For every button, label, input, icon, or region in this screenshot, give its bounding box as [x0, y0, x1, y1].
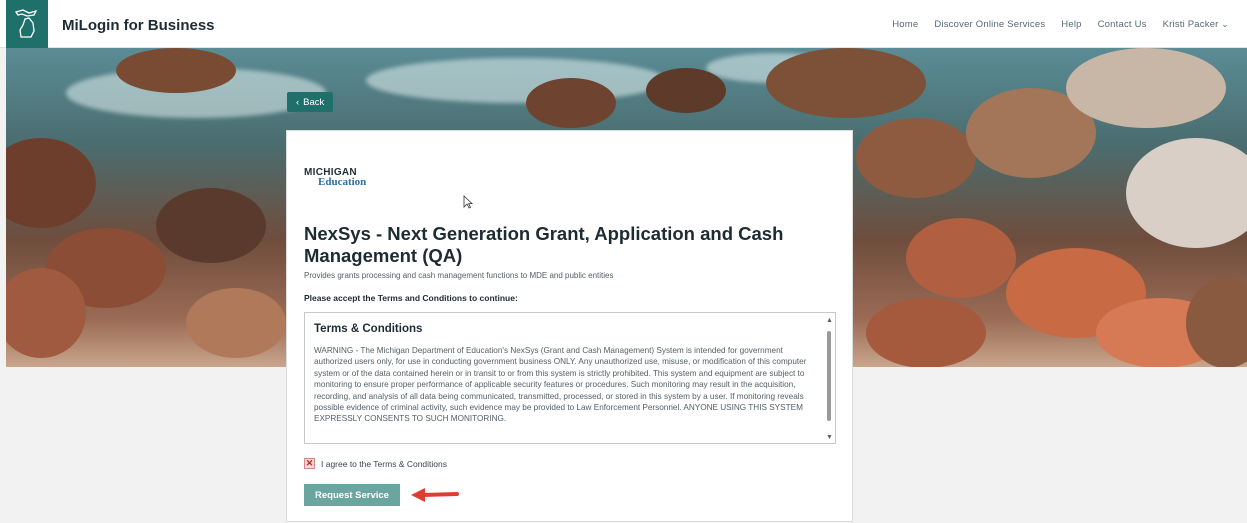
- request-service-button[interactable]: Request Service: [304, 484, 400, 506]
- nav-contact-us[interactable]: Contact Us: [1098, 19, 1147, 30]
- terms-and-conditions-box[interactable]: Terms & Conditions WARNING - The Michiga…: [304, 312, 836, 444]
- service-description: Provides grants processing and cash mana…: [304, 271, 614, 280]
- nav-discover-online-services[interactable]: Discover Online Services: [934, 19, 1045, 30]
- chevron-left-icon: ‹: [296, 96, 300, 108]
- terms-heading: Terms & Conditions: [314, 323, 423, 335]
- nav-home[interactable]: Home: [892, 19, 918, 30]
- top-nav: Home Discover Online Services Help Conta…: [892, 19, 1229, 30]
- back-button[interactable]: ‹ Back: [287, 92, 334, 112]
- agree-terms-label[interactable]: I agree to the Terms & Conditions: [321, 459, 447, 469]
- app-title: MiLogin for Business: [62, 17, 215, 34]
- nav-help[interactable]: Help: [1061, 19, 1081, 30]
- service-card: MICHIGAN Education NexSys - Next Generat…: [286, 130, 853, 522]
- service-title: NexSys - Next Generation Grant, Applicat…: [304, 223, 784, 266]
- scrollbar-thumb[interactable]: [827, 331, 831, 421]
- annotation-arrow-icon: [411, 488, 459, 502]
- back-button-label: Back: [303, 96, 325, 108]
- user-menu[interactable]: Kristi Packer: [1163, 19, 1229, 30]
- michigan-logo-icon[interactable]: [6, 0, 48, 48]
- scroll-up-icon[interactable]: ▲: [826, 317, 833, 324]
- terms-scrollbar[interactable]: ▲ ▼: [825, 317, 833, 441]
- scroll-down-icon[interactable]: ▼: [826, 434, 833, 441]
- accept-terms-prompt: Please accept the Terms and Conditions t…: [304, 293, 518, 303]
- michigan-education-logo: MICHIGAN Education: [304, 167, 374, 197]
- terms-body-text: WARNING - The Michigan Department of Edu…: [314, 346, 807, 424]
- agree-terms-checkbox[interactable]: ✕: [304, 458, 315, 469]
- logo-education-text: Education: [318, 176, 367, 188]
- agree-terms-row: ✕ I agree to the Terms & Conditions: [304, 458, 447, 469]
- mouse-cursor-icon: [463, 195, 473, 209]
- top-header: MiLogin for Business Home Discover Onlin…: [0, 0, 1247, 48]
